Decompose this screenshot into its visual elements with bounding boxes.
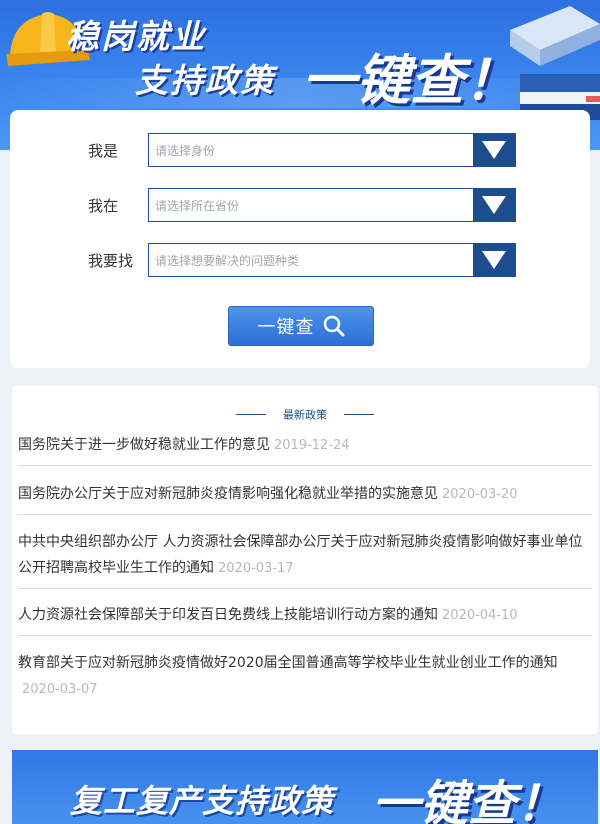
- dropdown-arrow-icon[interactable]: [473, 134, 515, 166]
- policy-date: 2019-12-24: [274, 438, 350, 453]
- problem-select[interactable]: 请选择想要解决的问题种类: [148, 243, 516, 277]
- search-icon: [323, 315, 344, 337]
- policy-date: 2020-03-17: [218, 561, 294, 576]
- banner-title-line1: 稳岗就业: [66, 17, 206, 56]
- policy-title[interactable]: 教育部关于应对新冠肺炎疫情做好2020届全国普通高等学校毕业生就业创业工作的通知: [18, 655, 558, 671]
- policy-title[interactable]: 中共中央组织部办公厅 人力资源社会保障部办公厅关于应对新冠肺炎疫情影响做好事业单…: [18, 534, 582, 576]
- province-placeholder: 请选择所在省份: [155, 199, 240, 213]
- identity-placeholder: 请选择身份: [155, 144, 216, 158]
- province-select[interactable]: 请选择所在省份: [148, 188, 516, 222]
- policy-title[interactable]: 国务院关于进一步做好稳就业工作的意见: [18, 437, 270, 453]
- policy-title[interactable]: 人力资源社会保障部关于印发百日免费线上技能培训行动方案的通知: [18, 607, 438, 623]
- province-row: 我在 请选择所在省份: [10, 188, 590, 222]
- identity-row: 我是 请选择身份: [10, 133, 590, 167]
- resume-work-title: 复工复产支持政策: [70, 782, 335, 820]
- latest-policy-title: 最新政策: [283, 408, 327, 422]
- banner-title-line2: 支持政策: [135, 61, 275, 100]
- search-button[interactable]: 一键查: [228, 306, 374, 346]
- identity-select[interactable]: 请选择身份: [148, 133, 516, 167]
- province-label: 我在: [88, 197, 119, 215]
- dropdown-arrow-icon[interactable]: [473, 244, 515, 276]
- policy-date: 2020-03-20: [442, 487, 518, 502]
- header-divider: [235, 414, 266, 415]
- policy-list-item[interactable]: 中共中央组织部办公厅 人力资源社会保障部办公厅关于应对新冠肺炎疫情影响做好事业单…: [18, 529, 592, 589]
- search-button-label: 一键查: [257, 317, 315, 338]
- latest-policy-header: 最新政策: [12, 404, 598, 424]
- header-divider: [344, 414, 375, 415]
- policy-list-item[interactable]: 国务院关于进一步做好稳就业工作的意见 2019-12-24: [18, 432, 592, 466]
- policy-title[interactable]: 国务院办公厅关于应对新冠肺炎疫情影响强化稳就业举措的实施意见: [18, 486, 438, 502]
- banner-title-big: 一键查！: [302, 49, 518, 112]
- books-icon: [510, 6, 600, 120]
- latest-policy-panel: 最新政策 国务院关于进一步做好稳就业工作的意见 2019-12-24 国务院办公厅…: [12, 386, 598, 734]
- resume-work-banner[interactable]: 复工复产支持政策 一键查！: [12, 750, 598, 824]
- dropdown-arrow-icon[interactable]: [473, 189, 515, 221]
- resume-work-title-big: 一键查！: [372, 776, 565, 824]
- policy-list-item[interactable]: 国务院办公厅关于应对新冠肺炎疫情影响强化稳就业举措的实施意见 2020-03-20: [18, 481, 592, 515]
- policy-date: 2020-03-07: [22, 682, 98, 697]
- problem-placeholder: 请选择想要解决的问题种类: [155, 254, 300, 268]
- search-form: 我是 请选择身份 我在 请选择所在省份 我要找 请选择想要解决的问题种类 一键查: [10, 110, 590, 368]
- problem-row: 我要找 请选择想要解决的问题种类: [10, 243, 590, 277]
- identity-label: 我是: [88, 142, 119, 160]
- policy-list-item[interactable]: 人力资源社会保障部关于印发百日免费线上技能培训行动方案的通知 2020-04-10: [18, 602, 592, 636]
- policy-date: 2020-04-10: [442, 608, 518, 623]
- problem-label: 我要找: [88, 252, 134, 270]
- policy-list-item[interactable]: 教育部关于应对新冠肺炎疫情做好2020届全国普通高等学校毕业生就业创业工作的通知…: [18, 650, 592, 709]
